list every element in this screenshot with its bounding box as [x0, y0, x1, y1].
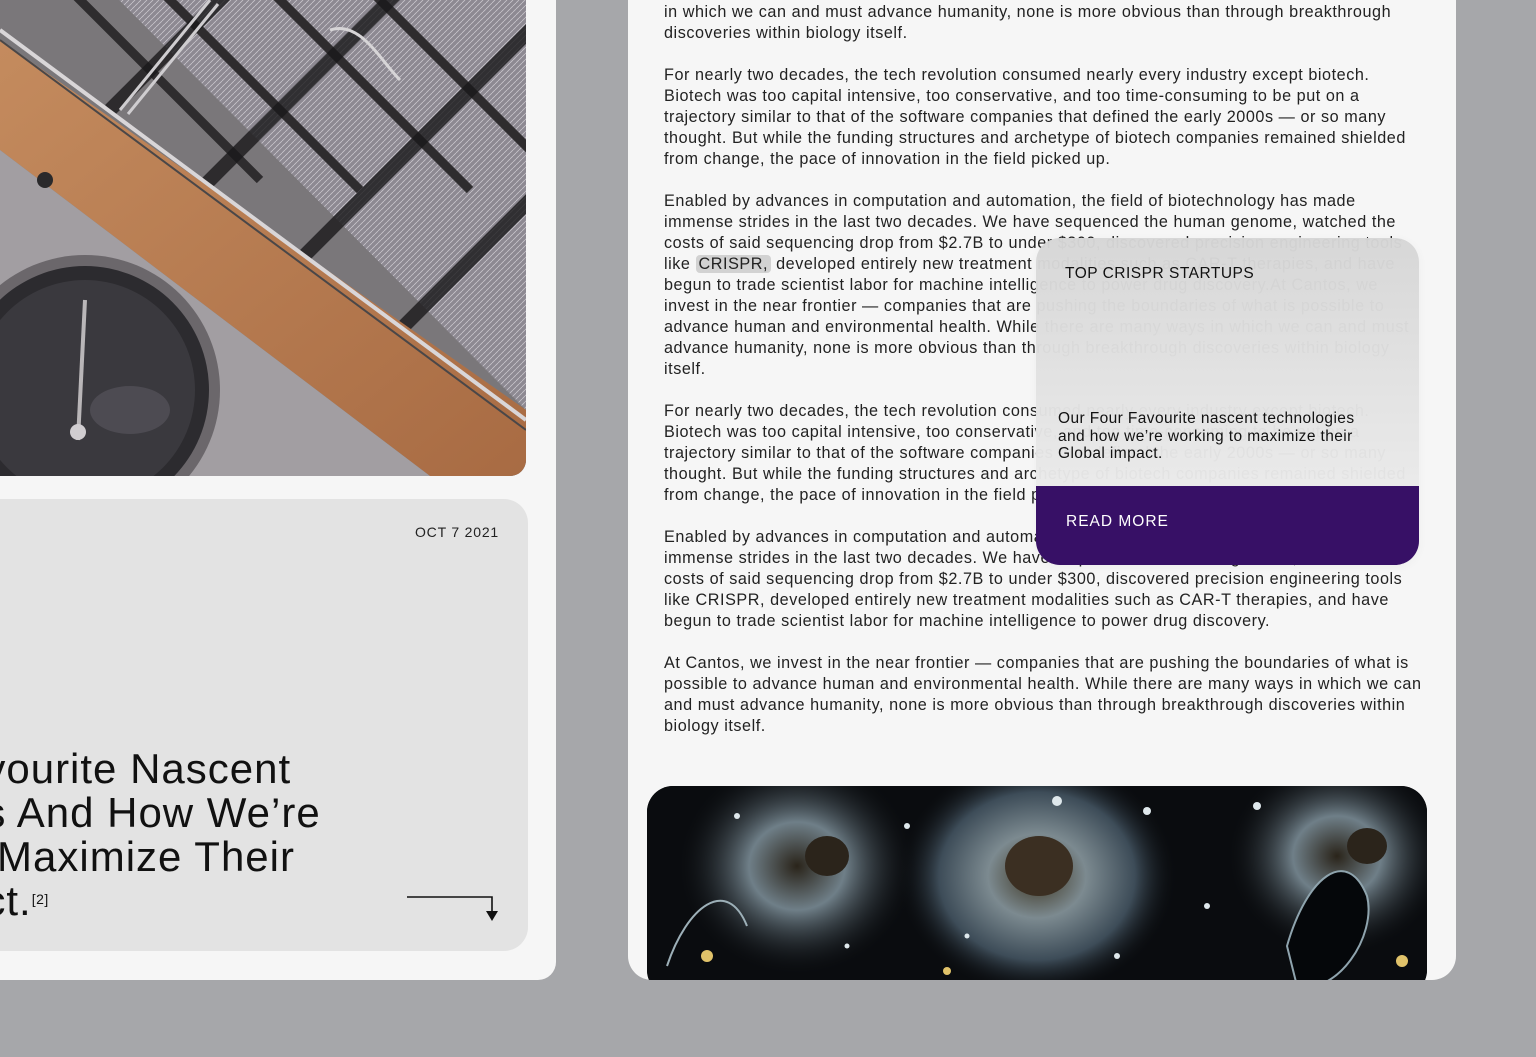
article-card[interactable]: OCT 7 2021 avourite Nascent es And How W… — [0, 499, 528, 951]
read-more-button[interactable]: READ MORE — [1036, 486, 1419, 565]
card-date: OCT 7 2021 — [414, 524, 499, 540]
card-title-line: o Maximize Their — [0, 833, 295, 880]
card-title: avourite Nascent es And How We’re o Maxi… — [0, 747, 440, 923]
card-title-line-last: act.[2] — [0, 879, 440, 923]
crispr-popover-card[interactable]: TOP CRISPR STARTUPS Our Four Favourite n… — [1036, 238, 1419, 565]
footnote-marker: [2] — [31, 891, 49, 907]
crispr-highlight-link[interactable]: CRISPR, — [695, 255, 772, 273]
left-panel: OCT 7 2021 avourite Nascent es And How W… — [0, 0, 556, 980]
card-title-line: es And How We’re — [0, 789, 321, 836]
popover-title: TOP CRISPR STARTUPS — [1065, 265, 1255, 282]
popover-description: Our Four Favourite nascent technologies … — [1058, 410, 1355, 462]
aerial-water-treatment-image — [0, 0, 526, 476]
article-paragraph: in which we can and must advance humanit… — [664, 3, 1392, 42]
card-title-line: act. — [0, 877, 32, 924]
article-paragraph: At Cantos, we invest in the near frontie… — [664, 654, 1422, 735]
card-title-line: avourite Nascent — [0, 745, 292, 792]
arrow-down-right-icon[interactable] — [406, 895, 502, 925]
article-paragraph: For nearly two decades, the tech revolut… — [664, 66, 1406, 168]
microscopy-cells-image — [647, 786, 1427, 980]
